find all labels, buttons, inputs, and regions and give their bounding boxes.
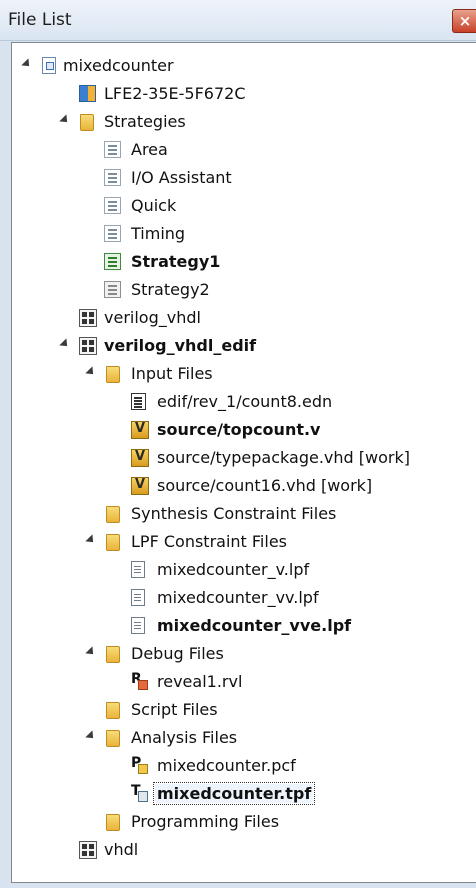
tree-item-label: Strategy2 <box>131 280 210 299</box>
tree-item-label: LPF Constraint Files <box>131 532 287 551</box>
hdl-file-icon <box>131 421 149 439</box>
tree-item-mixedcounter-vv-lpf[interactable]: mixedcounter_vv.lpf <box>12 584 476 612</box>
tree-item-label: edif/rev_1/count8.edn <box>157 392 333 411</box>
tree-item-label: mixedcounter_vv.lpf <box>157 588 319 607</box>
tree-item-synthesis-constraint-files[interactable]: Synthesis Constraint Files <box>12 500 476 528</box>
tree-item-timing[interactable]: Timing <box>12 220 476 248</box>
tree-item-programming-files[interactable]: Programming Files <box>12 808 476 836</box>
tpf-file-icon <box>131 783 148 802</box>
folder-icon <box>106 814 120 831</box>
collapse-arrow-icon[interactable] <box>59 114 71 126</box>
strategy-icon <box>104 169 121 186</box>
strategy-inactive-icon <box>104 281 121 298</box>
folder-icon <box>106 366 120 383</box>
strategy-icon <box>104 141 121 158</box>
tree-item-vhdl[interactable]: vhdl <box>12 836 476 864</box>
lpf-file-icon <box>131 617 145 634</box>
folder-icon <box>106 646 120 663</box>
lpf-file-icon <box>131 589 145 606</box>
implementation-icon <box>79 841 97 859</box>
tree-item-label: Timing <box>131 224 186 243</box>
tree-item-verilog-vhdl[interactable]: verilog_vhdl <box>12 304 476 332</box>
tree-item-verilog-vhdl-edif[interactable]: verilog_vhdl_edif <box>12 332 476 360</box>
tree-item-mixedcounter-tpf[interactable]: mixedcounter.tpf <box>12 780 476 808</box>
folder-icon <box>106 702 120 719</box>
tree-item-input-files[interactable]: Input Files <box>12 360 476 388</box>
tree-item-io-assistant[interactable]: I/O Assistant <box>12 164 476 192</box>
tree-item-mixedcounter-pcf[interactable]: mixedcounter.pcf <box>12 752 476 780</box>
tree-item-label: Debug Files <box>131 644 224 663</box>
tree-item-label: Script Files <box>131 700 218 719</box>
collapse-arrow-icon[interactable] <box>21 58 33 70</box>
tree-item-analysis-files[interactable]: Analysis Files <box>12 724 476 752</box>
folder-icon <box>106 534 120 551</box>
tree-item-mixedcounter-v-lpf[interactable]: mixedcounter_v.lpf <box>12 556 476 584</box>
tree-item-label: Area <box>131 140 168 159</box>
tree-item-label: Strategies <box>104 112 186 131</box>
tree-item-label: mixedcounter <box>63 56 174 75</box>
strategy-active-icon <box>104 253 121 270</box>
tree-item-mixedcounter[interactable]: mixedcounter <box>12 52 476 80</box>
tree-item-label: source/count16.vhd [work] <box>157 476 373 495</box>
tree-item-label: mixedcounter_vve.lpf <box>157 616 352 635</box>
file-list-tree[interactable]: mixedcounter LFE2-35E-5F672C Strategies … <box>11 42 476 883</box>
tree-item-label: mixedcounter.tpf <box>152 782 316 805</box>
tree-item-label: LFE2-35E-5F672C <box>104 84 246 103</box>
tree-item-label: mixedcounter.pcf <box>157 756 296 775</box>
tree-item-area[interactable]: Area <box>12 136 476 164</box>
implementation-icon <box>79 337 97 355</box>
hdl-file-icon <box>131 477 149 495</box>
tree-item-label: verilog_vhdl_edif <box>104 336 257 355</box>
folder-icon <box>80 114 94 131</box>
strategy-icon <box>104 197 121 214</box>
tree-item-debug-files[interactable]: Debug Files <box>12 640 476 668</box>
window-title: File List <box>8 10 72 30</box>
tree-item-label: reveal1.rvl <box>157 672 243 691</box>
folder-icon <box>106 730 120 747</box>
tree-item-lpf-constraint-files[interactable]: LPF Constraint Files <box>12 528 476 556</box>
hdl-file-icon <box>131 449 149 467</box>
implementation-icon <box>79 309 97 327</box>
collapse-arrow-icon[interactable] <box>85 366 97 378</box>
pcf-file-icon <box>131 755 148 774</box>
tree-item-label: Analysis Files <box>131 728 238 747</box>
edn-file-icon <box>131 393 146 410</box>
folder-icon <box>106 506 120 523</box>
tree-item-label: I/O Assistant <box>131 168 232 187</box>
tree-item-label: source/topcount.v <box>157 420 321 439</box>
tree-item-quick[interactable]: Quick <box>12 192 476 220</box>
strategy-icon <box>104 225 121 242</box>
tree-item-label: Programming Files <box>131 812 280 831</box>
tree-item-typepackage-vhd[interactable]: source/typepackage.vhd [work] <box>12 444 476 472</box>
tree-item-label: Input Files <box>131 364 213 383</box>
tree-item-mixedcounter-vve-lpf[interactable]: mixedcounter_vve.lpf <box>12 612 476 640</box>
tree-item-label: Quick <box>131 196 177 215</box>
collapse-arrow-icon[interactable] <box>85 534 97 546</box>
project-icon <box>42 57 56 74</box>
collapse-arrow-icon[interactable] <box>85 646 97 658</box>
lpf-file-icon <box>131 561 145 578</box>
tree-item-strategy1[interactable]: Strategy1 <box>12 248 476 276</box>
tree-item-label: vhdl <box>104 840 139 859</box>
tree-item-device[interactable]: LFE2-35E-5F672C <box>12 80 476 108</box>
tree-item-label: mixedcounter_v.lpf <box>157 560 310 579</box>
tree-item-strategies[interactable]: Strategies <box>12 108 476 136</box>
tree-item-script-files[interactable]: Script Files <box>12 696 476 724</box>
tree-item-strategy2[interactable]: Strategy2 <box>12 276 476 304</box>
tree-item-label: verilog_vhdl <box>104 308 201 327</box>
close-icon: × <box>458 12 472 30</box>
tree-item-label: Strategy1 <box>131 252 221 271</box>
device-icon <box>79 85 96 102</box>
tree-item-reveal1-rvl[interactable]: reveal1.rvl <box>12 668 476 696</box>
window-titlebar: File List × <box>0 0 476 41</box>
reveal-file-icon <box>131 671 148 690</box>
collapse-arrow-icon[interactable] <box>85 730 97 742</box>
tree-item-label: source/typepackage.vhd [work] <box>157 448 410 467</box>
tree-item-count16-vhd[interactable]: source/count16.vhd [work] <box>12 472 476 500</box>
tree-item-count8-edn[interactable]: edif/rev_1/count8.edn <box>12 388 476 416</box>
collapse-arrow-icon[interactable] <box>59 338 71 350</box>
close-button[interactable]: × <box>452 9 476 33</box>
tree-item-topcount-v[interactable]: source/topcount.v <box>12 416 476 444</box>
tree-item-label: Synthesis Constraint Files <box>131 504 337 523</box>
